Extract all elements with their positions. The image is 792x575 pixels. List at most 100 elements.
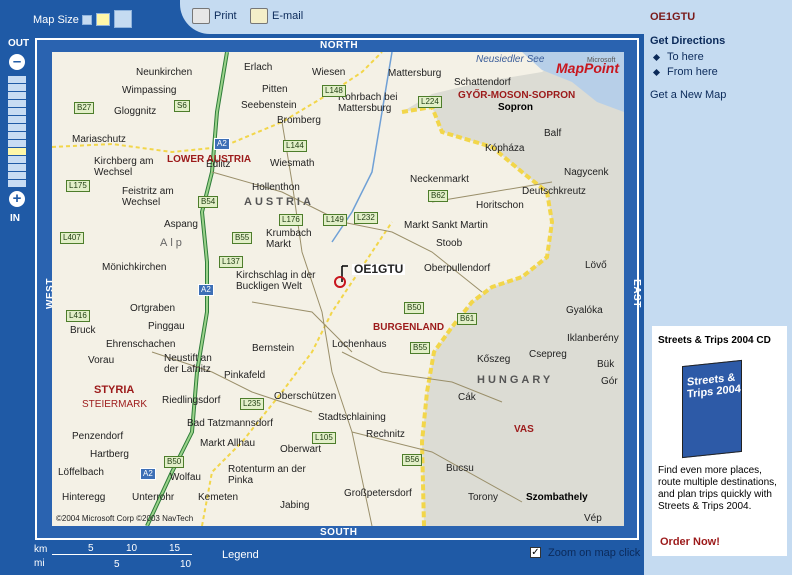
to-here-label: To here xyxy=(667,51,704,63)
zoom-level-bar[interactable] xyxy=(8,116,26,123)
region-label: STEIERMARK xyxy=(82,399,148,410)
road-shield: B56 xyxy=(402,454,423,466)
road-shield: B50 xyxy=(404,302,425,314)
road-shield: B55 xyxy=(232,232,253,244)
place-label: Mariaschutz xyxy=(72,134,126,145)
place-label: Wiesmath xyxy=(270,158,315,169)
road-shield: A2 xyxy=(140,468,156,480)
place-label: Markt Sankt Martin xyxy=(404,220,488,231)
zoom-level-bar[interactable] xyxy=(8,92,26,99)
place-label: Lövő xyxy=(585,260,607,271)
zoom-on-click-checkbox[interactable]: ✓ xyxy=(530,547,541,558)
zoom-level-bar[interactable] xyxy=(8,180,26,187)
place-label: Kópháza xyxy=(485,143,525,154)
place-label: Unterrohr xyxy=(132,492,175,503)
bullet-icon xyxy=(652,53,661,61)
place-label: Neustift an der Lafnitz xyxy=(164,353,212,375)
place-label: Vorau xyxy=(88,355,115,366)
place-label: Gloggnitz xyxy=(114,106,157,117)
zoom-in-button[interactable]: + xyxy=(9,191,25,207)
zoom-level-bar[interactable] xyxy=(8,124,26,131)
ad-title: Streets & Trips 2004 CD xyxy=(658,335,771,346)
place-label: Horitschon xyxy=(476,200,524,211)
pan-south-button[interactable]: SOUTH xyxy=(320,527,358,538)
legend-link[interactable]: Legend xyxy=(222,549,259,561)
ad-body: Find even more places, route multiple de… xyxy=(658,465,777,512)
place-label: Riedlingsdorf xyxy=(162,395,221,406)
road-shield: B55 xyxy=(410,342,431,354)
mi-tick: 5 xyxy=(114,559,120,570)
place-label: Szombathely xyxy=(526,492,588,503)
scale-bar xyxy=(52,554,192,555)
printer-icon xyxy=(192,8,210,24)
place-label: Rohrbach bei Mattersburg xyxy=(338,92,398,114)
pan-north-button[interactable]: NORTH xyxy=(320,40,358,51)
road-shield: L235 xyxy=(240,398,264,410)
zoom-level-bar[interactable] xyxy=(8,148,26,155)
to-here-link[interactable]: To here xyxy=(652,51,704,63)
road-shield: B61 xyxy=(457,313,478,325)
road-shield: B50 xyxy=(164,456,185,468)
email-label: E-mail xyxy=(272,10,304,22)
km-tick: 15 xyxy=(169,543,181,554)
region-label: BURGENLAND xyxy=(373,322,445,333)
map-graphics xyxy=(52,52,624,526)
map-canvas[interactable]: Microsoft MapPoint Neusiedler See OE1GTU… xyxy=(52,52,624,526)
place-label: Erlach xyxy=(244,62,273,73)
place-label: Bük xyxy=(597,359,615,370)
zoom-control: OUT – + IN xyxy=(4,38,30,228)
region-label: GYŐR-MOSON-SOPRON xyxy=(458,90,576,101)
pan-east-button[interactable]: EAST xyxy=(631,279,642,308)
place-label: Kirchberg am Wechsel xyxy=(94,156,154,178)
order-now-link[interactable]: Order Now! xyxy=(660,536,720,548)
map-size-small-button[interactable] xyxy=(82,15,92,25)
zoom-level-bar[interactable] xyxy=(8,76,26,83)
zoom-level-bar[interactable] xyxy=(8,108,26,115)
place-label: Neckenmarkt xyxy=(410,174,469,185)
map-size-label: Map Size xyxy=(33,14,79,26)
zoom-level-bar[interactable] xyxy=(8,172,26,179)
place-label: Nagycenk xyxy=(564,167,609,178)
region-label: VAS xyxy=(514,424,534,435)
place-label: Cák xyxy=(458,392,476,403)
place-label: Oberschützen xyxy=(274,391,337,402)
print-label: Print xyxy=(214,10,237,22)
map-size-large-button[interactable] xyxy=(114,10,132,28)
mappoint-logo: MapPoint xyxy=(556,60,619,76)
region-label: LOWER AUSTRIA xyxy=(167,154,252,165)
zoom-level-bar[interactable] xyxy=(8,140,26,147)
place-label: Gyalóka xyxy=(566,305,603,316)
from-here-link[interactable]: From here xyxy=(652,66,718,78)
product-box-text: Streets & Trips 2004 xyxy=(687,371,741,401)
zoom-out-button[interactable]: – xyxy=(9,54,25,70)
road-shield: L149 xyxy=(323,214,347,226)
place-label: Hollenthon xyxy=(252,182,300,193)
road-shield: L224 xyxy=(418,96,442,108)
place-label: Schattendorf xyxy=(454,77,511,88)
place-label: Neunkirchen xyxy=(136,67,193,78)
place-label: Vép xyxy=(584,513,602,524)
zoom-level-bar[interactable] xyxy=(8,132,26,139)
place-label: Mattersburg xyxy=(388,68,442,79)
place-label: Krumbach Markt xyxy=(266,228,312,250)
place-label: Kőszeg xyxy=(477,354,511,365)
ad-panel[interactable]: Streets & Trips 2004 CD Streets & Trips … xyxy=(652,326,787,556)
zoom-level-bar[interactable] xyxy=(8,84,26,91)
road-shield: B27 xyxy=(74,102,95,114)
zoom-level-bar[interactable] xyxy=(8,164,26,171)
road-shield: L148 xyxy=(322,85,346,97)
place-label: Kemeten xyxy=(198,492,239,503)
place-label: Bucsu xyxy=(446,463,474,474)
place-label: Mönichkirchen xyxy=(102,262,167,273)
zoom-level-bar[interactable] xyxy=(8,156,26,163)
new-map-link[interactable]: Get a New Map xyxy=(650,89,726,101)
place-label: Lochenhaus xyxy=(332,339,387,350)
print-button[interactable]: Print xyxy=(192,8,237,24)
map-size-medium-button[interactable] xyxy=(96,13,110,26)
place-label: Stoob xyxy=(436,238,463,249)
place-label: Gór xyxy=(601,376,618,387)
location-title: OE1GTU xyxy=(650,11,696,23)
zoom-level-bar[interactable] xyxy=(8,100,26,107)
road-shield: L144 xyxy=(283,140,307,152)
email-button[interactable]: E-mail xyxy=(250,8,303,24)
